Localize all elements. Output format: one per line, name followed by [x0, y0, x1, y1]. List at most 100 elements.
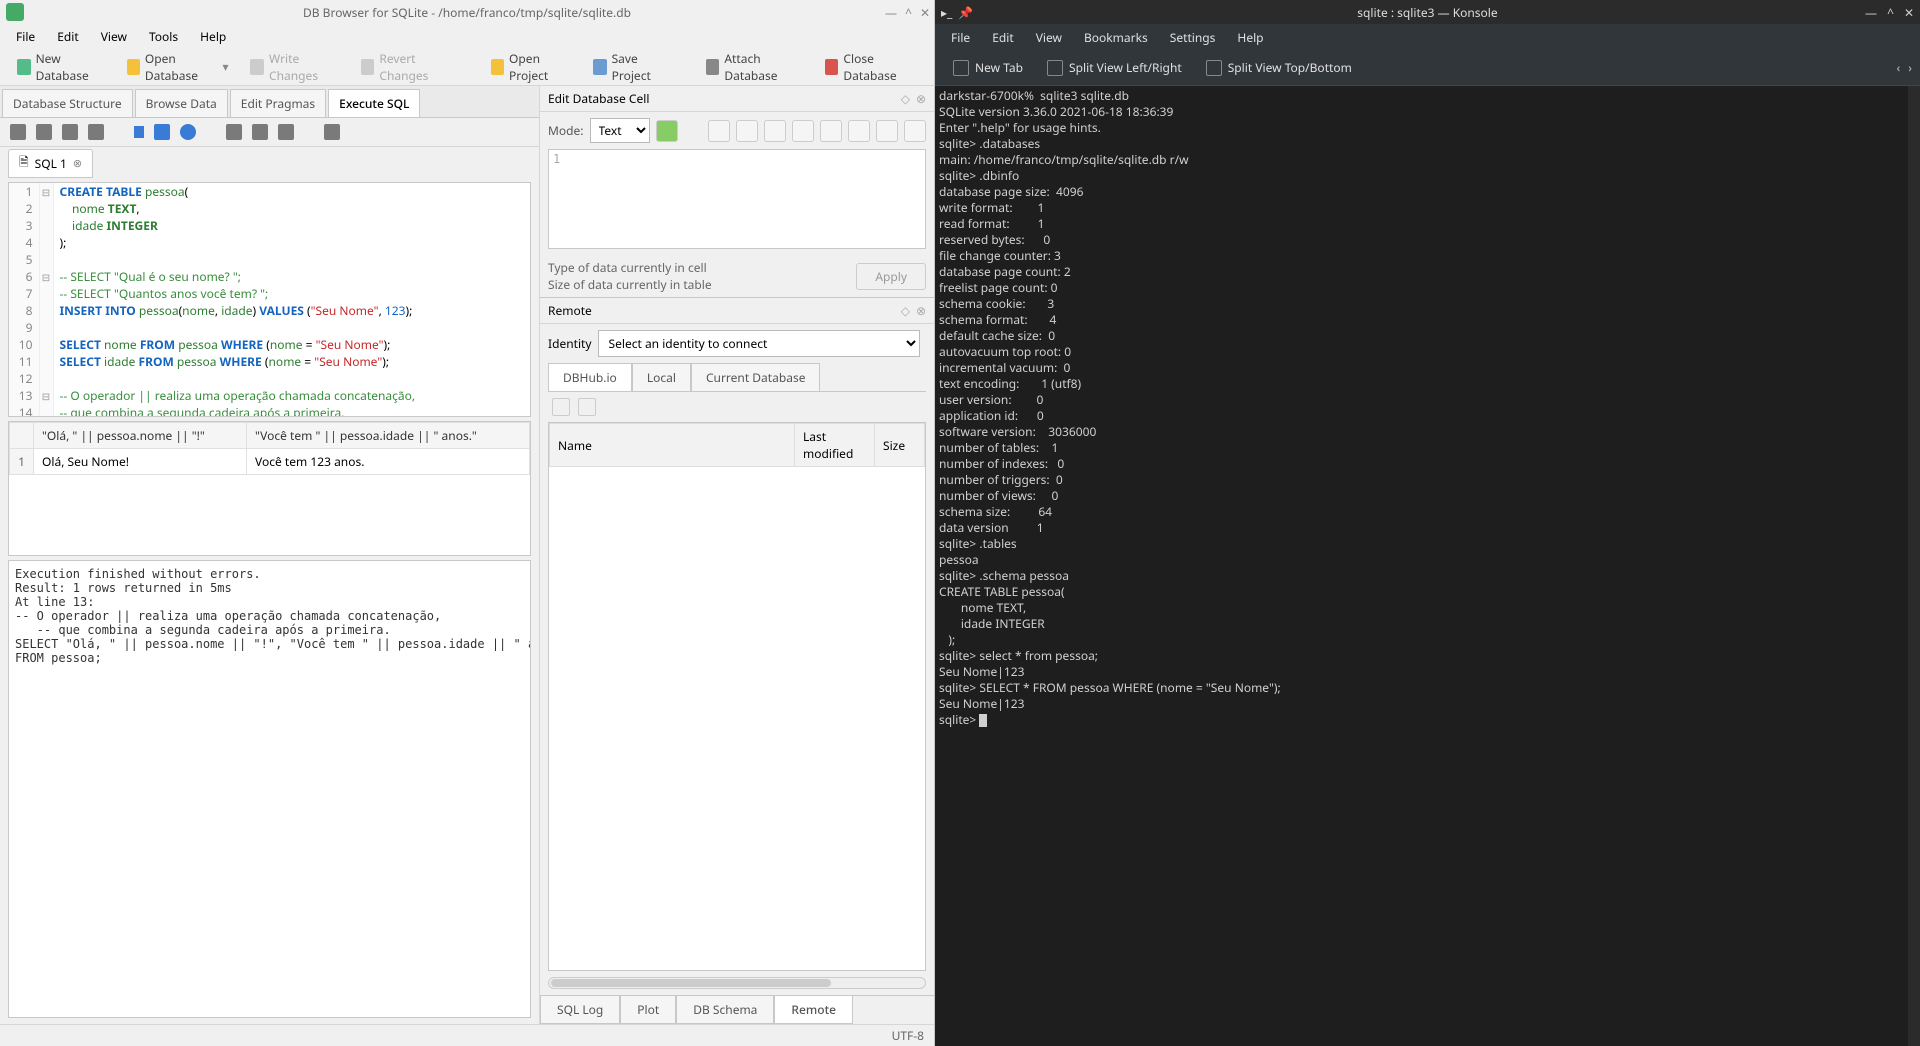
chevron-down-icon[interactable]: ▾: [222, 58, 228, 75]
bottom-tab-plot[interactable]: Plot: [620, 996, 676, 1024]
konsole-toolbar: New Tab Split View Left/Right Split View…: [935, 50, 1920, 86]
revert-icon: [361, 59, 375, 75]
attach-icon: [706, 59, 720, 75]
apply-button[interactable]: Apply: [856, 263, 926, 290]
result-cell-1[interactable]: Olá, Seu Nome!: [34, 449, 247, 475]
remote-col-size[interactable]: Size: [875, 424, 925, 467]
remote-scrollbar[interactable]: [548, 977, 926, 989]
remote-tab-current[interactable]: Current Database: [691, 363, 821, 391]
save-sql-icon[interactable]: [62, 124, 78, 140]
open-project-button[interactable]: Open Project: [482, 45, 581, 89]
remote-col-name[interactable]: Name: [550, 424, 795, 467]
print-icon[interactable]: [88, 124, 104, 140]
cell-btn-8[interactable]: [904, 120, 926, 142]
find-icon[interactable]: [252, 124, 268, 140]
sql-file-icon: 🗎: [19, 153, 29, 174]
konsole-minimize-icon[interactable]: —: [1865, 4, 1877, 21]
tab-database-structure[interactable]: Database Structure: [2, 89, 133, 117]
bottom-tab-schema[interactable]: DB Schema: [676, 996, 774, 1024]
autoswitch-icon[interactable]: [656, 120, 678, 142]
results-grid[interactable]: "Olá, " || pessoa.nome || "!" "Você tem …: [8, 421, 531, 556]
kmenu-help[interactable]: Help: [1227, 25, 1273, 50]
run-line-icon[interactable]: [154, 124, 170, 140]
konsole-close-icon[interactable]: ✕: [1904, 4, 1914, 21]
remote-tabs: DBHub.io Local Current Database: [548, 363, 926, 392]
tab-edit-pragmas[interactable]: Edit Pragmas: [230, 89, 326, 117]
sql-toolbar: [0, 118, 539, 147]
split-tb-button[interactable]: Split View Top/Bottom: [1196, 54, 1362, 81]
remote-tab-local[interactable]: Local: [632, 363, 691, 391]
terminal-scrollbar[interactable]: [1908, 86, 1920, 1046]
split-lr-button[interactable]: Split View Left/Right: [1037, 54, 1192, 81]
nav-fwd-icon[interactable]: ›: [1908, 59, 1912, 76]
new-tab-icon: [953, 60, 969, 76]
nav-back-icon[interactable]: ‹: [1897, 59, 1901, 76]
database-new-icon: [17, 59, 31, 75]
maximize-icon[interactable]: ^: [905, 4, 912, 21]
bottom-dock-tabs: SQL Log Plot DB Schema Remote: [540, 995, 934, 1024]
konsole-maximize-icon[interactable]: ^: [1887, 4, 1894, 21]
kmenu-settings[interactable]: Settings: [1160, 25, 1226, 50]
save-results-icon[interactable]: [226, 124, 242, 140]
tab-browse-data[interactable]: Browse Data: [135, 89, 228, 117]
cell-btn-3[interactable]: [764, 120, 786, 142]
indent-icon[interactable]: [324, 124, 340, 140]
save-project-button[interactable]: Save Project: [584, 45, 679, 89]
cell-btn-6[interactable]: [848, 120, 870, 142]
result-rownum: 1: [10, 449, 34, 475]
result-cell-2[interactable]: Você tem 123 anos.: [247, 449, 530, 475]
mode-select[interactable]: Text: [590, 118, 650, 143]
remote-clone-icon[interactable]: [578, 398, 596, 416]
cell-btn-7[interactable]: [876, 120, 898, 142]
cell-btn-2[interactable]: [736, 120, 758, 142]
close-pane-icon[interactable]: ⊗: [916, 90, 926, 107]
cell-btn-5[interactable]: [820, 120, 842, 142]
kmenu-view[interactable]: View: [1026, 25, 1072, 50]
remote-refresh-icon[interactable]: [552, 398, 570, 416]
close-remote-icon[interactable]: ⊗: [916, 302, 926, 319]
stop-icon[interactable]: [180, 124, 196, 140]
attach-database-button[interactable]: Attach Database: [697, 45, 812, 89]
remote-col-modified[interactable]: Last modified: [795, 424, 875, 467]
sql-tab-1[interactable]: 🗎 SQL 1 ⊗: [8, 149, 93, 178]
result-col-2[interactable]: "Você tem " || pessoa.idade || " anos.": [247, 423, 530, 449]
cell-btn-4[interactable]: [792, 120, 814, 142]
undock-remote-icon[interactable]: ◇: [901, 302, 910, 319]
identity-select[interactable]: Select an identity to connect: [598, 330, 920, 357]
execution-output[interactable]: Execution finished without errors. Resul…: [8, 560, 531, 1018]
konsole-title: sqlite : sqlite3 — Konsole: [935, 4, 1920, 21]
close-database-button[interactable]: Close Database: [816, 45, 926, 89]
konsole-window: ▸_ 📌 sqlite : sqlite3 — Konsole — ^ ✕ Fi…: [935, 0, 1920, 1046]
bottom-tab-sqllog[interactable]: SQL Log: [540, 996, 620, 1024]
konsole-menubar: File Edit View Bookmarks Settings Help: [935, 24, 1920, 50]
sql-editor[interactable]: 1⊟CREATE TABLE pessoa(2 nome TEXT,3 idad…: [8, 182, 531, 417]
kmenu-edit[interactable]: Edit: [982, 25, 1023, 50]
titlebar[interactable]: DB Browser for SQLite - /home/franco/tmp…: [0, 0, 934, 24]
cell-btn-1[interactable]: [708, 120, 730, 142]
new-database-button[interactable]: New Database: [8, 45, 114, 89]
result-row[interactable]: 1 Olá, Seu Nome! Você tem 123 anos.: [10, 449, 530, 475]
open-database-button[interactable]: Open Database▾: [118, 45, 238, 89]
close-icon[interactable]: ✕: [920, 4, 930, 21]
remote-table[interactable]: Name Last modified Size: [548, 422, 926, 971]
cell-textarea[interactable]: 1: [548, 149, 926, 249]
result-col-1[interactable]: "Olá, " || pessoa.nome || "!": [34, 423, 247, 449]
kmenu-bookmarks[interactable]: Bookmarks: [1074, 25, 1158, 50]
window-title: DB Browser for SQLite - /home/franco/tmp…: [0, 4, 934, 21]
right-column: Edit Database Cell ◇⊗ Mode: Text: [540, 86, 934, 1024]
new-tab-button[interactable]: New Tab: [943, 54, 1033, 81]
close-tab-icon[interactable]: ⊗: [73, 156, 82, 171]
encoding-indicator[interactable]: UTF-8: [892, 1027, 924, 1044]
find-replace-icon[interactable]: [278, 124, 294, 140]
bottom-tab-remote[interactable]: Remote: [774, 996, 853, 1024]
open-sql-icon[interactable]: [36, 124, 52, 140]
run-icon[interactable]: [134, 126, 144, 138]
kmenu-file[interactable]: File: [941, 25, 980, 50]
undock-icon[interactable]: ◇: [901, 90, 910, 107]
konsole-titlebar[interactable]: ▸_ 📌 sqlite : sqlite3 — Konsole — ^ ✕: [935, 0, 1920, 24]
tab-execute-sql[interactable]: Execute SQL: [328, 89, 420, 117]
remote-tab-dbhub[interactable]: DBHub.io: [548, 363, 632, 391]
terminal[interactable]: darkstar-6700k% sqlite3 sqlite.db SQLite…: [935, 86, 1908, 1046]
new-sql-tab-icon[interactable]: [10, 124, 26, 140]
minimize-icon[interactable]: —: [885, 4, 897, 21]
